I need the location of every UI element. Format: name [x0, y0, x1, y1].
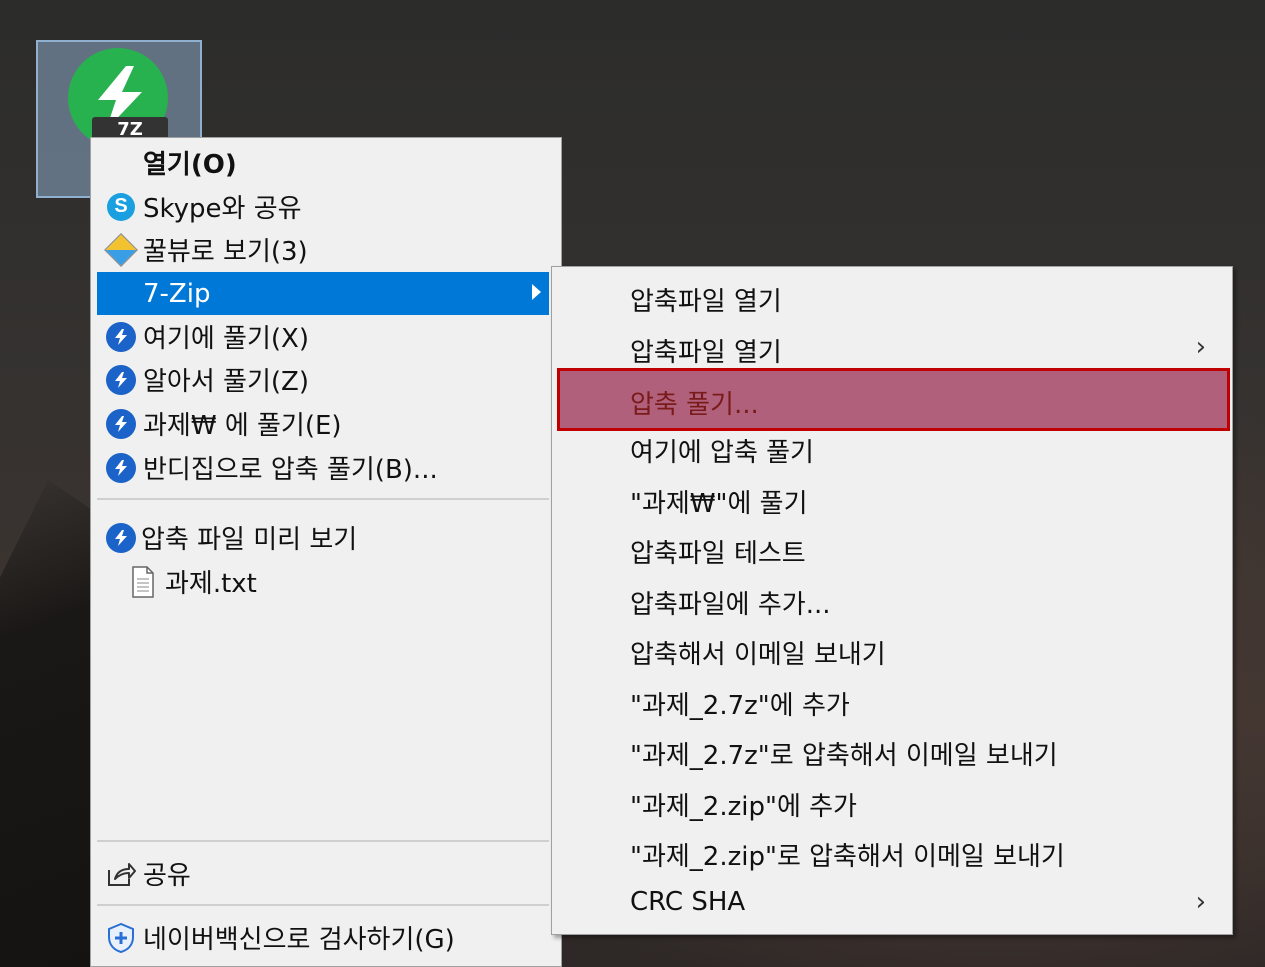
menu-item-label: 열기(O): [143, 150, 237, 180]
chevron-right-icon: ›: [1195, 332, 1206, 362]
bandizip-icon: [105, 452, 137, 484]
shield-icon: [105, 922, 137, 954]
submenu-extract-here[interactable]: 여기에 압축 풀기: [552, 422, 1232, 472]
submenu-crc-sha[interactable]: CRC SHA ›: [552, 877, 1232, 927]
submenu-item-label: 압축 풀기...: [630, 390, 759, 420]
submenu-item-label: 압축파일 테스트: [630, 539, 806, 569]
menu-item-label: 반디집으로 압축 풀기(B)...: [143, 455, 438, 485]
menu-item-preview-file[interactable]: 과제.txt: [97, 560, 549, 603]
menu-item-preview-archive[interactable]: 압축 파일 미리 보기: [97, 516, 549, 559]
menu-item-smart-extract[interactable]: 알아서 풀기(Z): [97, 358, 549, 401]
menu-item-extract-to-folder[interactable]: 과제₩ 에 풀기(E): [97, 402, 549, 445]
share-icon: [105, 858, 137, 890]
archive-badge: 7Z: [92, 117, 168, 140]
submenu-arrow-icon: [532, 284, 541, 300]
menu-item-extract-here[interactable]: 여기에 풀기(X): [97, 315, 549, 358]
menu-item-label: 네이버백신으로 검사하기(G): [143, 925, 455, 955]
menu-item-label: 여기에 풀기(X): [143, 324, 309, 354]
7zip-submenu: 압축파일 열기 압축파일 열기 › 압축 풀기... 여기에 압축 풀기 "과제…: [551, 266, 1233, 935]
menu-item-label: Skype와 공유: [143, 194, 302, 224]
submenu-item-label: "과제₩"에 풀기: [630, 489, 808, 519]
submenu-compress-email[interactable]: 압축해서 이메일 보내기: [552, 624, 1232, 674]
bandizip-icon: [105, 321, 137, 353]
menu-separator: [97, 904, 549, 906]
submenu-item-label: "과제_2.7z"에 추가: [630, 691, 850, 721]
menu-item-naver-vaccine[interactable]: 네이버백신으로 검사하기(G): [97, 916, 549, 959]
menu-item-honeyview[interactable]: 꿀뷰로 보기(3): [97, 228, 549, 271]
submenu-7z-email[interactable]: "과제_2.7z"로 압축해서 이메일 보내기: [552, 725, 1232, 775]
submenu-open-archive[interactable]: 압축파일 열기: [552, 271, 1232, 321]
menu-item-label: 알아서 풀기(Z): [143, 367, 309, 397]
submenu-add-to-zip[interactable]: "과제_2.zip"에 추가: [552, 776, 1232, 826]
submenu-zip-email[interactable]: "과제_2.zip"로 압축해서 이메일 보내기: [552, 826, 1232, 876]
submenu-test-archive[interactable]: 압축파일 테스트: [552, 523, 1232, 573]
bandizip-icon: [105, 408, 137, 440]
submenu-item-label: 압축파일 열기: [630, 287, 782, 317]
submenu-item-label: 압축해서 이메일 보내기: [630, 640, 886, 670]
menu-item-open[interactable]: 열기(O): [97, 141, 549, 184]
bandizip-icon: [105, 364, 137, 396]
menu-item-label: 7-Zip: [143, 278, 211, 309]
menu-item-skype-share[interactable]: S Skype와 공유: [97, 185, 549, 228]
menu-item-label: 과제₩ 에 풀기(E): [143, 411, 342, 441]
text-file-icon: [127, 565, 159, 598]
menu-item-label: 공유: [143, 861, 191, 891]
menu-item-bandizip-extract[interactable]: 반디집으로 압축 풀기(B)...: [97, 446, 549, 489]
bandizip-icon: [105, 522, 137, 554]
submenu-item-label: "과제_2.zip"에 추가: [630, 792, 857, 822]
submenu-item-label: "과제_2.zip"로 압축해서 이메일 보내기: [630, 842, 1065, 872]
submenu-item-label: 여기에 압축 풀기: [630, 438, 814, 468]
menu-item-label: 과제.txt: [165, 569, 257, 599]
submenu-extract-to-folder[interactable]: "과제₩"에 풀기: [552, 473, 1232, 523]
menu-item-label: 압축 파일 미리 보기: [141, 525, 358, 555]
honeyview-icon: [104, 232, 138, 267]
skype-icon: S: [105, 191, 137, 223]
menu-item-label: 꿀뷰로 보기(3): [143, 237, 308, 267]
submenu-item-label: CRC SHA: [630, 887, 746, 917]
submenu-item-label: 압축파일에 추가...: [630, 590, 831, 620]
menu-item-7zip[interactable]: 7-Zip: [97, 272, 549, 315]
menu-item-share[interactable]: 공유: [97, 852, 549, 895]
submenu-add-to-archive[interactable]: 압축파일에 추가...: [552, 574, 1232, 624]
submenu-add-to-7z[interactable]: "과제_2.7z"에 추가: [552, 675, 1232, 725]
submenu-open-archive-more[interactable]: 압축파일 열기 ›: [552, 322, 1232, 372]
submenu-item-label: "과제_2.7z"로 압축해서 이메일 보내기: [630, 741, 1058, 771]
chevron-right-icon: ›: [1195, 887, 1206, 917]
menu-separator: [97, 498, 549, 500]
menu-separator: [97, 840, 549, 842]
context-menu: 열기(O) S Skype와 공유 꿀뷰로 보기(3) 7-Zip 여기에 풀기…: [90, 137, 562, 967]
submenu-item-label: 압축파일 열기: [630, 338, 782, 368]
